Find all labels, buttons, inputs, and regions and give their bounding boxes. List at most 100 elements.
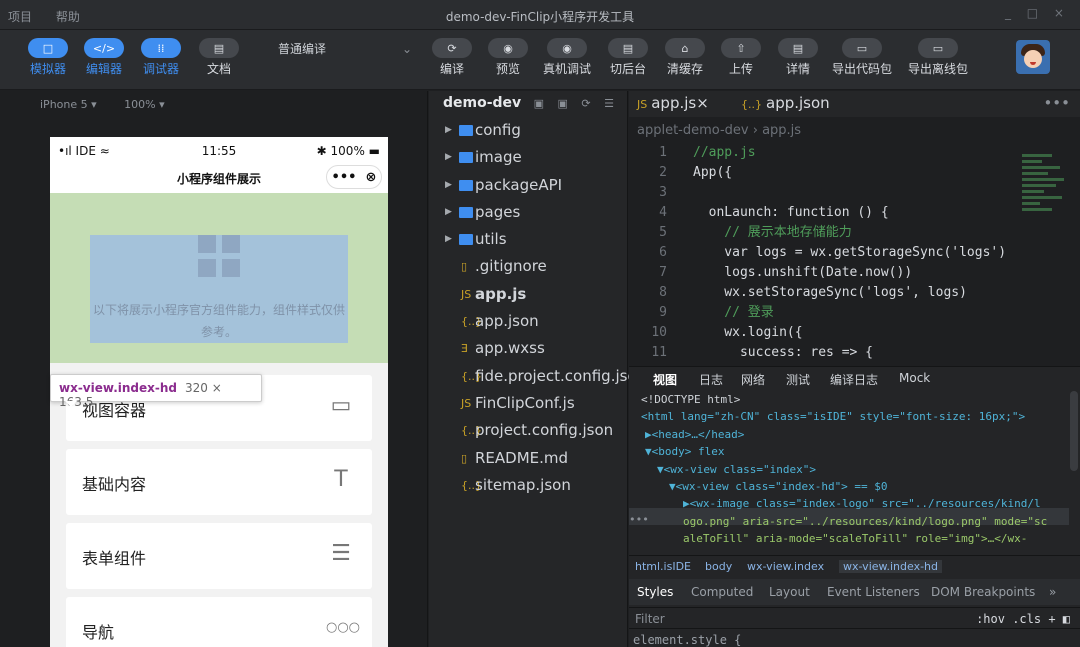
tab-event-listeners[interactable]: Event Listeners bbox=[827, 585, 920, 599]
export-code-button[interactable]: ▭ 导出代码包 bbox=[832, 38, 892, 77]
dom-node-line[interactable]: ▼<body> flex bbox=[645, 443, 724, 460]
dom-node-line[interactable]: ▶<head>…</head> bbox=[645, 426, 744, 443]
document-icon: ▤ bbox=[199, 38, 239, 58]
line-number: 1 bbox=[659, 145, 667, 160]
background-button[interactable]: ▤ 切后台 bbox=[608, 38, 648, 77]
tab-app-json[interactable]: {..} app.json bbox=[741, 94, 830, 112]
dom-node-line[interactable]: ▼<wx-view class="index"> bbox=[657, 461, 816, 478]
remote-debug-button[interactable]: ◉ 真机调试 bbox=[543, 38, 591, 77]
simulator-bar: iPhone 5 ▾ 100% ▾ bbox=[0, 91, 427, 117]
folder-item[interactable]: ▶ image bbox=[429, 144, 627, 171]
tab-compile-log[interactable]: 编译日志 bbox=[830, 371, 878, 388]
tab-dom-breakpoints[interactable]: DOM Breakpoints bbox=[931, 585, 1035, 599]
chevron-right-icon: ▶ bbox=[445, 179, 452, 190]
file-item[interactable]: {..} sitemap.json bbox=[429, 472, 627, 499]
close-icon[interactable]: ⊗ bbox=[366, 170, 377, 185]
file-name: .gitignore bbox=[475, 257, 547, 276]
file-name: packageAPI bbox=[475, 175, 563, 194]
folder-item[interactable]: ▶ pages bbox=[429, 199, 627, 226]
node-actions-icon[interactable]: ••• bbox=[629, 511, 649, 528]
code-line: onLaunch: function () { bbox=[693, 205, 889, 220]
folder-item[interactable]: ▶ utils bbox=[429, 226, 627, 253]
dom-node-line[interactable]: ▼<wx-view class="index-hd"> == $0 bbox=[669, 478, 888, 495]
styles-filter[interactable]: Filter :hov .cls + ◧ bbox=[629, 607, 1080, 629]
simulator-button[interactable]: □ 模拟器 bbox=[28, 38, 68, 77]
tab-mock[interactable]: Mock bbox=[899, 371, 930, 385]
docs-button[interactable]: ▤ 文档 bbox=[199, 38, 239, 77]
filter-actions[interactable]: :hov .cls + ◧ bbox=[976, 612, 1070, 626]
line-number: 3 bbox=[659, 185, 667, 200]
folder-icon: ▭ bbox=[918, 38, 958, 58]
file-item[interactable]: ▯ README.md bbox=[429, 445, 627, 472]
file-item[interactable]: {..} app.json bbox=[429, 308, 627, 335]
zoom-select[interactable]: 100% ▾ bbox=[124, 98, 164, 111]
tab-label: app.json bbox=[766, 94, 830, 112]
toolbar: □ 模拟器 </> 编辑器 ⁞⁞ 调试器 ▤ 文档 普通编译 ⌄ ⟳ 编译 ◉ 预览… bbox=[0, 30, 1080, 90]
dom-node-line[interactable]: ▶<wx-image class="index-logo" src="../re… bbox=[683, 495, 1041, 512]
background-label: 切后台 bbox=[609, 62, 646, 76]
debugger-button[interactable]: ⁞⁞ 调试器 bbox=[141, 38, 181, 77]
dom-tree[interactable]: ••• <!DOCTYPE html> <html lang="zh-CN" cl… bbox=[629, 391, 1069, 555]
capsule-menu[interactable]: ••• ⊗ bbox=[326, 165, 382, 189]
clear-cache-button[interactable]: ⌂ 清缓存 bbox=[665, 38, 705, 77]
export-code-label: 导出代码包 bbox=[832, 62, 893, 76]
close-icon[interactable]: × bbox=[696, 94, 709, 112]
filter-input[interactable]: Filter bbox=[635, 612, 665, 626]
file-item[interactable]: JS app.js bbox=[429, 281, 627, 308]
details-label: 详情 bbox=[785, 62, 810, 76]
more-icon[interactable]: ••• bbox=[332, 170, 357, 185]
chevron-down-icon: ⌄ bbox=[401, 42, 412, 56]
more-tabs-icon[interactable]: » bbox=[1049, 585, 1056, 599]
upload-button[interactable]: ⇧ 上传 bbox=[721, 38, 761, 77]
tab-log[interactable]: 日志 bbox=[699, 371, 723, 388]
dom-scrollbar[interactable] bbox=[1070, 391, 1078, 471]
details-button[interactable]: ▤ 详情 bbox=[778, 38, 818, 77]
upload-label: 上传 bbox=[728, 62, 753, 76]
tab-layout[interactable]: Layout bbox=[769, 585, 810, 599]
dom-node-line[interactable]: aleToFill" aria-mode="scaleToFill" role=… bbox=[683, 530, 1027, 547]
window-title: demo-dev-FinClip小程序开发工具 bbox=[445, 10, 635, 24]
compile-mode-select[interactable]: 普通编译 ⌄ bbox=[262, 38, 420, 60]
tab-styles[interactable]: Styles bbox=[637, 585, 673, 599]
more-icon[interactable]: ••• bbox=[1043, 94, 1070, 112]
tab-view[interactable]: 视图 bbox=[653, 371, 677, 388]
file-item[interactable]: {..} project.config.json bbox=[429, 417, 627, 444]
file-item[interactable]: Ǝapp.wxss bbox=[429, 335, 627, 362]
crumb-body[interactable]: body bbox=[705, 560, 732, 573]
tab-computed[interactable]: Computed bbox=[691, 585, 753, 599]
card-navigation[interactable]: 导航 ○○○ bbox=[66, 597, 372, 647]
tab-network[interactable]: 网络 bbox=[741, 371, 765, 388]
line-number: 2 bbox=[659, 165, 667, 180]
compile-button[interactable]: ⟳ 编译 bbox=[432, 38, 472, 77]
crumb-html[interactable]: html.isIDE bbox=[635, 560, 691, 573]
code-area[interactable]: 1 //app.js 2 App({3 4 onLaunch: function () … bbox=[629, 143, 1080, 366]
eye-icon: ◉ bbox=[488, 38, 528, 58]
crumb-index[interactable]: wx-view.index bbox=[747, 560, 824, 573]
folder-item[interactable]: ▶ packageAPI bbox=[429, 172, 627, 199]
folder-item[interactable]: ▶ config bbox=[429, 117, 627, 144]
editor-button[interactable]: </> 编辑器 bbox=[84, 38, 124, 77]
window-controls[interactable]: _ □ × bbox=[1005, 6, 1070, 20]
file-item[interactable]: ▯ .gitignore bbox=[429, 253, 627, 280]
minimap[interactable] bbox=[1022, 151, 1070, 261]
tab-test[interactable]: 测试 bbox=[786, 371, 810, 388]
dom-node-line[interactable]: ogo.png" aria-src="../resources/kind/log… bbox=[683, 513, 1047, 530]
file-name: README.md bbox=[475, 448, 569, 467]
card-basic-content[interactable]: 基础内容 T bbox=[66, 449, 372, 515]
crumb-index-hd[interactable]: wx-view.index-hd bbox=[839, 560, 943, 573]
tab-app-js[interactable]: JS app.js× bbox=[637, 94, 709, 112]
json-file-icon: {..} bbox=[741, 98, 762, 111]
index-hd-area[interactable]: 以下将展示小程序官方组件能力，组件样式仅供参考。 bbox=[50, 193, 388, 363]
kind-logo-icon bbox=[198, 235, 240, 277]
dom-node-line[interactable]: <html lang="zh-CN" class="isIDE" style="… bbox=[641, 408, 1025, 425]
dom-node-line[interactable]: <!DOCTYPE html> bbox=[641, 391, 740, 408]
card-form-components[interactable]: 表单组件 ☰ bbox=[66, 523, 372, 589]
preview-button[interactable]: ◉ 预览 bbox=[488, 38, 528, 77]
device-select[interactable]: iPhone 5 ▾ bbox=[40, 98, 97, 111]
debugger-icon: ⁞⁞ bbox=[141, 38, 181, 58]
explorer-actions[interactable]: ▣ ▣ ⟳ ☰ bbox=[534, 97, 619, 110]
export-offline-button[interactable]: ▭ 导出离线包 bbox=[908, 38, 968, 77]
avatar[interactable] bbox=[1016, 40, 1050, 74]
file-item[interactable]: JS FinClipConf.js bbox=[429, 390, 627, 417]
file-item[interactable]: {..} fide.project.config.json bbox=[429, 363, 646, 390]
